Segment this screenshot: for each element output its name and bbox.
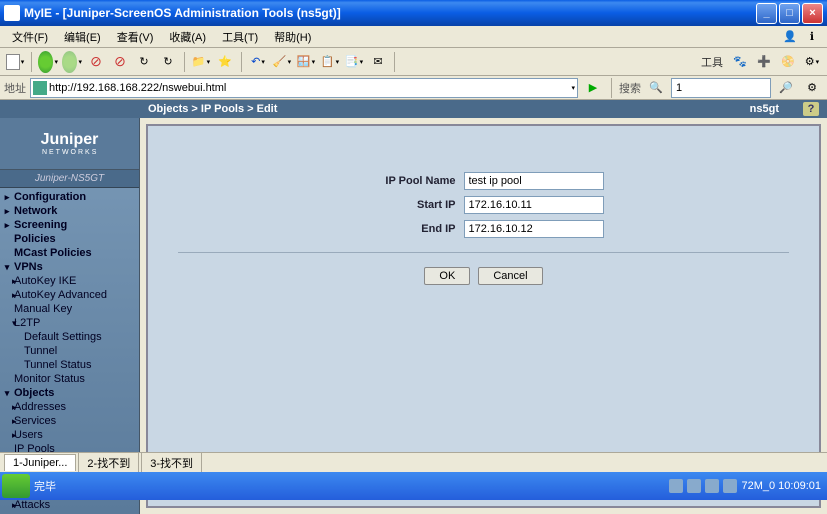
stop-all-button[interactable]: ⊘: [109, 51, 131, 73]
nav-l2tp[interactable]: ▾L2TP: [0, 316, 139, 330]
autofill-button[interactable]: 📋▾: [319, 51, 341, 73]
nav-configuration[interactable]: ▸Configuration: [0, 190, 139, 204]
app-icon: [4, 5, 20, 21]
end-ip-label: End IP: [184, 223, 464, 235]
nav-policies[interactable]: Policies: [0, 232, 139, 246]
window-titlebar: MyIE - [Juniper-ScreenOS Administration …: [0, 0, 827, 26]
menu-favorites[interactable]: 收藏(A): [161, 27, 214, 47]
tools-label: 工具: [697, 54, 727, 70]
popup-button[interactable]: 🪟▾: [295, 51, 317, 73]
close-button[interactable]: ×: [802, 3, 823, 24]
search-input[interactable]: [671, 78, 771, 98]
back-button[interactable]: ▾: [37, 51, 59, 73]
nav-users[interactable]: ▸Users: [0, 428, 139, 442]
favorites-button[interactable]: 📁▾: [190, 51, 212, 73]
ok-button[interactable]: OK: [424, 267, 470, 285]
brand-logo: Juniper NETWORKS: [0, 118, 139, 170]
menu-bar: 文件(F) 编辑(E) 查看(V) 收藏(A) 工具(T) 帮助(H) 👤 ℹ: [0, 26, 827, 48]
forward-button[interactable]: ▾: [61, 51, 83, 73]
search-label: 搜索: [619, 80, 641, 96]
start-button[interactable]: [2, 474, 30, 498]
search-go-icon[interactable]: 🔎: [775, 77, 797, 99]
brand-sub: NETWORKS: [41, 149, 99, 156]
search-options-icon[interactable]: ⚙: [801, 77, 823, 99]
nav-addresses[interactable]: ▸Addresses: [0, 400, 139, 414]
menu-help[interactable]: 帮助(H): [266, 27, 319, 47]
breadcrumb-bar: Objects > IP Pools > Edit ns5gt ?: [0, 100, 827, 118]
nav-manual-key[interactable]: Manual Key: [0, 302, 139, 316]
stop-button[interactable]: ⊘: [85, 51, 107, 73]
tray-icon-1[interactable]: [669, 479, 683, 493]
device-label: Juniper-NS5GT: [0, 170, 139, 188]
nav-autokey-ike[interactable]: ▸AutoKey IKE: [0, 274, 139, 288]
tab-1[interactable]: 1-Juniper...: [4, 454, 76, 471]
nav-mcast[interactable]: MCast Policies: [0, 246, 139, 260]
form-divider: [178, 252, 789, 253]
nav-vpns[interactable]: ▾VPNs: [0, 260, 139, 274]
nav-tunnel[interactable]: Tunnel: [0, 344, 139, 358]
tool-gear-icon[interactable]: ⚙▾: [801, 51, 823, 73]
page-icon: [33, 81, 47, 95]
system-tray: 72M_0 10:09:01: [669, 479, 825, 493]
ip-pool-name-label: IP Pool Name: [184, 175, 464, 187]
tray-icon-3[interactable]: [705, 479, 719, 493]
nav-objects[interactable]: ▾Objects: [0, 386, 139, 400]
menu-view[interactable]: 查看(V): [109, 27, 162, 47]
ip-pool-name-input[interactable]: [464, 172, 604, 190]
minimize-button[interactable]: _: [756, 3, 777, 24]
breadcrumb-path: Objects > IP Pools > Edit: [8, 103, 277, 115]
nav-attacks[interactable]: ▸Attacks: [0, 498, 139, 512]
groups-button[interactable]: 📑▾: [343, 51, 365, 73]
menu-file[interactable]: 文件(F): [4, 27, 56, 47]
nav-services[interactable]: ▸Services: [0, 414, 139, 428]
nav-monitor-status[interactable]: Monitor Status: [0, 372, 139, 386]
mail-button[interactable]: ✉: [367, 51, 389, 73]
address-label: 地址: [4, 80, 26, 96]
nav-autokey-adv[interactable]: ▸AutoKey Advanced: [0, 288, 139, 302]
end-ip-input[interactable]: [464, 220, 604, 238]
nav-screening[interactable]: ▸Screening: [0, 218, 139, 232]
start-ip-label: Start IP: [184, 199, 464, 211]
info-icon[interactable]: ℹ: [801, 26, 823, 48]
cleanup-button[interactable]: 🧹▾: [271, 51, 293, 73]
window-title: MyIE - [Juniper-ScreenOS Administration …: [24, 6, 756, 20]
fav-add-button[interactable]: ⭐: [214, 51, 236, 73]
new-tab-button[interactable]: ▾: [4, 51, 26, 73]
go-button[interactable]: ▶: [582, 77, 604, 99]
maximize-button[interactable]: □: [779, 3, 800, 24]
nav-tunnel-status[interactable]: Tunnel Status: [0, 358, 139, 372]
menu-edit[interactable]: 编辑(E): [56, 27, 109, 47]
refresh-all-button[interactable]: ↻: [157, 51, 179, 73]
tool-media-icon[interactable]: 📀: [777, 51, 799, 73]
tool-paw-icon[interactable]: 🐾: [729, 51, 751, 73]
breadcrumb-device: ns5gt: [750, 103, 803, 115]
menu-tools[interactable]: 工具(T): [214, 27, 266, 47]
cancel-button[interactable]: Cancel: [478, 267, 542, 285]
refresh-button[interactable]: ↻: [133, 51, 155, 73]
start-ip-input[interactable]: [464, 196, 604, 214]
undo-button[interactable]: ↶▾: [247, 51, 269, 73]
search-icon[interactable]: 🔍: [645, 77, 667, 99]
user-icon[interactable]: 👤: [779, 26, 801, 48]
help-icon[interactable]: ?: [803, 102, 819, 116]
tray-clock: 72M_0 10:09:01: [741, 480, 821, 492]
brand-name: Juniper: [41, 131, 99, 149]
tab-strip: 1-Juniper... 2-找不到 3-找不到: [0, 452, 827, 472]
main-panel: IP Pool Name Start IP End IP OK Cancel 5…: [146, 124, 821, 508]
address-input[interactable]: [49, 82, 570, 94]
address-bar: 地址 ▾ ▶ 搜索 🔍 🔎 ⚙: [0, 76, 827, 100]
tray-icon-2[interactable]: [687, 479, 701, 493]
address-dropdown-icon[interactable]: ▾: [571, 84, 575, 92]
tab-2[interactable]: 2-找不到: [78, 452, 139, 473]
nav-default-settings[interactable]: Default Settings: [0, 330, 139, 344]
form-area: IP Pool Name Start IP End IP OK Cancel: [148, 126, 819, 285]
status-text: 完毕: [34, 478, 56, 494]
nav-network[interactable]: ▸Network: [0, 204, 139, 218]
browser-toolbar: ▾ ▾ ▾ ⊘ ⊘ ↻ ↻ 📁▾ ⭐ ↶▾ 🧹▾ 🪟▾ 📋▾ 📑▾ ✉ 工具 🐾…: [0, 48, 827, 76]
tab-3[interactable]: 3-找不到: [141, 452, 202, 473]
windows-taskbar: 完毕 72M_0 10:09:01: [0, 472, 827, 500]
address-input-wrap[interactable]: ▾: [30, 78, 578, 98]
tool-add-icon[interactable]: ➕: [753, 51, 775, 73]
tray-icon-4[interactable]: [723, 479, 737, 493]
